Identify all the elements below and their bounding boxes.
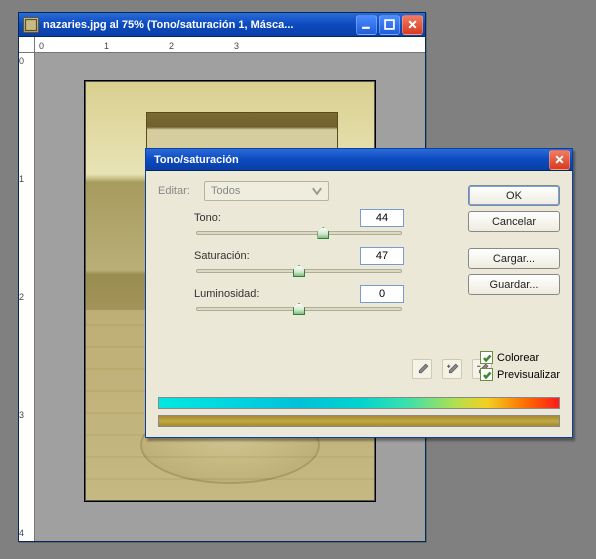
input-spectrum-bar <box>158 397 560 409</box>
ruler-tick: 3 <box>234 41 239 51</box>
lightness-slider-thumb[interactable] <box>293 303 305 315</box>
lightness-slider[interactable] <box>196 307 402 311</box>
saturation-label: Saturación: <box>194 250 250 262</box>
hue-row: Tono: 44 <box>194 209 404 235</box>
minimize-button[interactable] <box>356 15 377 35</box>
save-button[interactable]: Guardar... <box>468 274 560 295</box>
checkmark-icon <box>480 368 493 381</box>
close-button[interactable] <box>402 15 423 35</box>
edit-channel-value: Todos <box>211 185 240 197</box>
ruler-horizontal: 0 1 2 3 <box>35 37 425 53</box>
ruler-tick: 1 <box>104 41 109 51</box>
sliders-group: Tono: 44 Saturación: 47 Luminosidad: <box>194 209 404 311</box>
cancel-button[interactable]: Cancelar <box>468 211 560 232</box>
edit-label: Editar: <box>158 185 198 197</box>
hue-value-input[interactable]: 44 <box>360 209 404 227</box>
color-bars <box>158 397 560 427</box>
eyedropper-add-icon <box>442 359 462 379</box>
document-icon <box>23 17 39 33</box>
ruler-vertical: 0 1 2 3 4 <box>19 53 35 541</box>
document-title: nazaries.jpg al 75% (Tono/saturación 1, … <box>43 19 356 31</box>
ruler-tick: 4 <box>19 528 34 538</box>
document-titlebar[interactable]: nazaries.jpg al 75% (Tono/saturación 1, … <box>19 13 425 37</box>
ruler-tick: 3 <box>19 410 34 420</box>
saturation-slider-thumb[interactable] <box>293 265 305 277</box>
hue-label: Tono: <box>194 212 221 224</box>
load-button[interactable]: Cargar... <box>468 248 560 269</box>
eyedropper-icon <box>412 359 432 379</box>
ruler-origin <box>19 37 35 53</box>
preview-label: Previsualizar <box>497 369 560 381</box>
checkmark-icon <box>480 351 493 364</box>
colorize-label: Colorear <box>497 352 539 364</box>
saturation-value-input[interactable]: 47 <box>360 247 404 265</box>
dialog-titlebar[interactable]: Tono/saturación <box>146 149 572 171</box>
hue-slider-thumb[interactable] <box>317 227 329 239</box>
ruler-tick: 0 <box>39 41 44 51</box>
ruler-tick: 0 <box>19 56 34 66</box>
preview-checkbox[interactable]: Previsualizar <box>480 368 560 381</box>
ok-button[interactable]: OK <box>468 185 560 206</box>
hue-saturation-dialog: Tono/saturación Editar: Todos Tono: 44 <box>145 148 573 438</box>
checkbox-group: Colorear Previsualizar <box>480 351 560 381</box>
dialog-button-column: OK Cancelar Cargar... Guardar... <box>468 185 560 295</box>
ruler-tick: 2 <box>169 41 174 51</box>
ruler-tick: 2 <box>19 292 34 302</box>
hue-slider[interactable] <box>196 231 402 235</box>
lightness-value-input[interactable]: 0 <box>360 285 404 303</box>
chevron-down-icon <box>310 184 324 198</box>
dialog-body: Editar: Todos Tono: 44 Satura <box>146 171 572 437</box>
output-color-bar <box>158 415 560 427</box>
maximize-button[interactable] <box>379 15 400 35</box>
dialog-close-button[interactable] <box>549 150 570 170</box>
lightness-label: Luminosidad: <box>194 288 259 300</box>
ruler-tick: 1 <box>19 174 34 184</box>
saturation-row: Saturación: 47 <box>194 247 404 273</box>
saturation-slider[interactable] <box>196 269 402 273</box>
edit-channel-select: Todos <box>204 181 329 201</box>
dialog-title: Tono/saturación <box>150 154 549 166</box>
colorize-checkbox[interactable]: Colorear <box>480 351 560 364</box>
lightness-row: Luminosidad: 0 <box>194 285 404 311</box>
